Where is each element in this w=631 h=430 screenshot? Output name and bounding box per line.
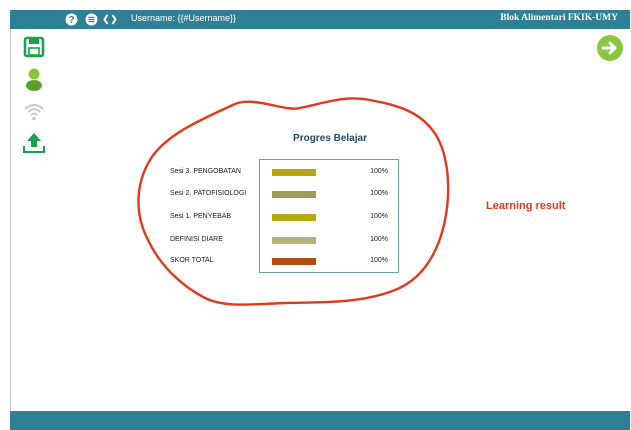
svg-text:?: ? bbox=[68, 15, 74, 26]
code-icon[interactable] bbox=[103, 12, 117, 26]
progress-row-percent: 100% bbox=[370, 168, 388, 175]
upload-icon[interactable] bbox=[22, 131, 46, 155]
progress-row-percent: 100% bbox=[370, 236, 388, 243]
next-button[interactable] bbox=[596, 34, 624, 62]
progress-row-bar bbox=[272, 258, 316, 265]
bottom-bar bbox=[10, 411, 630, 430]
progress-row-bar bbox=[272, 237, 316, 244]
progress-row-label: Sesi 3. PENGOBATAN bbox=[170, 168, 241, 175]
progress-row-percent: 100% bbox=[370, 257, 388, 264]
user-icon[interactable] bbox=[22, 67, 46, 91]
progress-title: Progres Belajar bbox=[293, 133, 367, 144]
top-bar: ? Username: {{#Username}} Blok Alimentar… bbox=[10, 10, 630, 29]
learning-result-label: Learning result bbox=[486, 200, 566, 212]
progress-row-bar bbox=[272, 169, 316, 176]
progress-row-bar bbox=[272, 191, 316, 198]
help-icon[interactable]: ? bbox=[64, 12, 78, 26]
progress-row-label: SKOR TOTAL bbox=[170, 257, 214, 264]
progress-row-bar bbox=[272, 214, 316, 221]
progress-row-label: DEFINISI DIARE bbox=[170, 236, 223, 243]
progress-row-label: Sesi 2. PATOFISIOLOGI bbox=[170, 190, 247, 197]
arrow-right-icon bbox=[597, 35, 623, 61]
progress-row-label: Sesi 1. PENYEBAB bbox=[170, 213, 232, 220]
save-icon[interactable] bbox=[22, 35, 46, 59]
menu-icon[interactable] bbox=[84, 12, 98, 26]
course-title: Blok Alimentari FKIK-UMY bbox=[500, 13, 618, 23]
progress-row-percent: 100% bbox=[370, 190, 388, 197]
wifi-icon[interactable] bbox=[22, 100, 46, 124]
progress-row-percent: 100% bbox=[370, 213, 388, 220]
username-label: Username: {{#Username}} bbox=[131, 13, 237, 23]
